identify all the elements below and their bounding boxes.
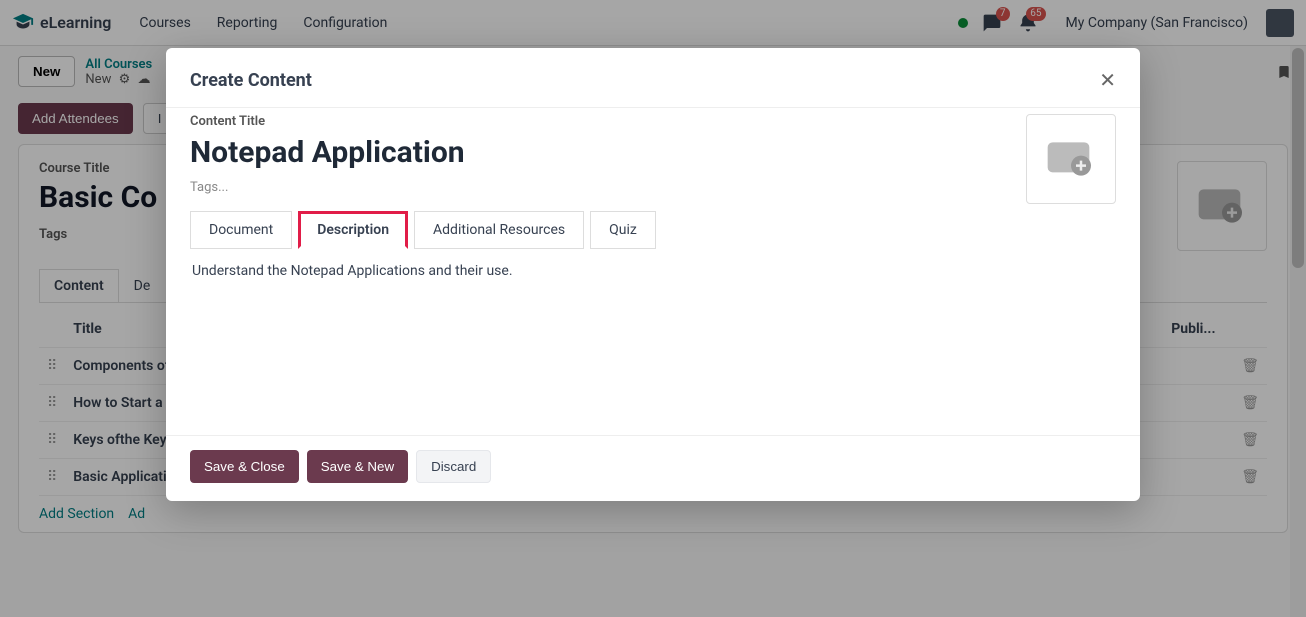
tab-description[interactable]: Description <box>298 211 408 249</box>
description-textarea[interactable]: Understand the Notepad Applications and … <box>190 249 1116 419</box>
create-content-modal: Create Content ✕ Content Title Notepad A… <box>166 48 1140 501</box>
save-new-button[interactable]: Save & New <box>307 450 408 483</box>
tab-quiz[interactable]: Quiz <box>590 211 656 249</box>
content-title-input[interactable]: Notepad Application <box>190 135 1006 170</box>
modal-tabs: Document Description Additional Resource… <box>190 211 1116 249</box>
close-icon[interactable]: ✕ <box>1099 68 1116 93</box>
tab-document[interactable]: Document <box>190 211 292 249</box>
tags-input[interactable]: Tags... <box>190 180 1006 195</box>
tab-additional-resources[interactable]: Additional Resources <box>414 211 584 249</box>
discard-button[interactable]: Discard <box>416 450 491 483</box>
content-image-placeholder[interactable] <box>1026 114 1116 204</box>
modal-title: Create Content <box>190 70 312 91</box>
save-close-button[interactable]: Save & Close <box>190 450 299 483</box>
content-title-label: Content Title <box>190 114 1006 129</box>
